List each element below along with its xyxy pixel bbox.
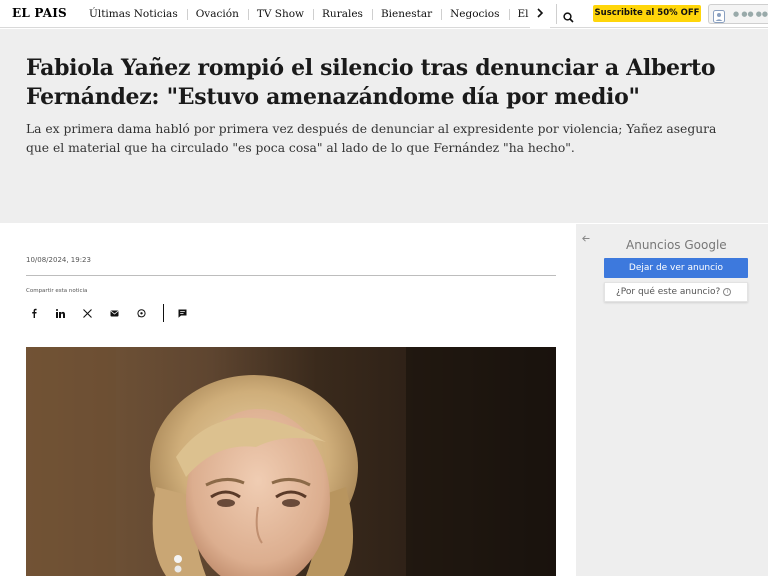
search-button[interactable] (556, 4, 578, 24)
article-headline: Fabiola Yañez rompió el silencio tras de… (26, 55, 716, 110)
facebook-icon[interactable] (26, 304, 42, 322)
publish-date: 10/08/2024, 19:23 (26, 256, 91, 264)
x-icon[interactable] (79, 304, 95, 322)
divider (26, 275, 556, 276)
search-icon (563, 8, 574, 27)
section-nav: Últimas Noticias Ovación TV Show Rurales Bie… (80, 0, 550, 28)
share-divider (163, 304, 164, 322)
site-logo[interactable]: EL PAIS (12, 6, 67, 20)
comment-icon[interactable] (174, 304, 190, 322)
share-label: Compartir esta noticia (26, 288, 88, 294)
nav-item-rurales[interactable]: Rurales (313, 0, 372, 28)
user-icon (713, 8, 725, 23)
stop-seeing-ad-button[interactable]: Dejar de ver anuncio (604, 258, 748, 278)
nav-item-ovacion[interactable]: Ovación (186, 0, 248, 28)
share-buttons (26, 304, 206, 322)
linkedin-icon[interactable] (52, 304, 68, 322)
why-this-ad-button[interactable]: ¿Por qué este anuncio? i (604, 282, 748, 302)
article-photo[interactable] (26, 347, 556, 576)
nav-item-ultimas-noticias[interactable]: Últimas Noticias (80, 0, 187, 28)
nav-item-tv-show[interactable]: TV Show (247, 0, 313, 28)
top-navigation-bar: EL PAIS Últimas Noticias Ovación TV Show Ru… (0, 0, 768, 28)
account-button[interactable]: ● ●● ●● (708, 4, 768, 24)
nav-item-negocios[interactable]: Negocios (441, 0, 508, 28)
chevron-right-icon[interactable] (530, 0, 550, 28)
back-arrow-icon[interactable] (582, 235, 590, 245)
subscribe-button[interactable]: Suscribite al 50% OFF (593, 5, 701, 22)
ad-brand-label: Anuncios Google (626, 238, 727, 252)
account-label-blurred: ● ●● ●● (733, 10, 768, 18)
nav-item-bienestar[interactable]: Bienestar (371, 0, 441, 28)
info-icon: i (723, 288, 732, 296)
article-deck: La ex primera dama habló por primera vez… (26, 122, 717, 155)
whatsapp-icon[interactable] (133, 304, 149, 322)
email-icon[interactable] (106, 304, 122, 322)
why-this-ad-label: ¿Por qué este anuncio? (616, 287, 721, 297)
